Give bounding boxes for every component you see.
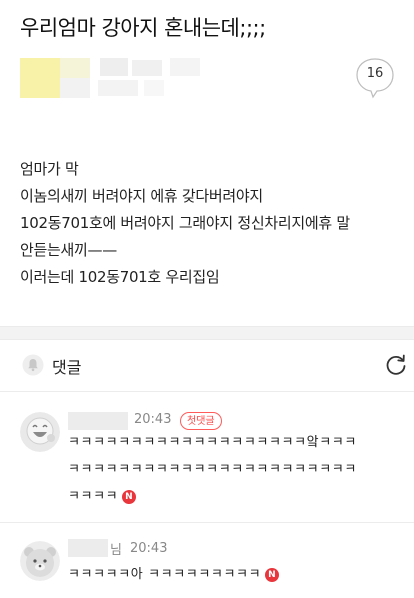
author-info-blurred [20,58,210,100]
comments-title: 댓글 [52,358,82,377]
post-body-line: 엄마가 막 [20,160,79,178]
bell-icon[interactable] [22,354,44,376]
comment-time: 20:43 [134,412,172,427]
comment-text: ㅋㅋㅋㅋㅋ아 ㅋㅋㅋㅋㅋㅋㅋㅋㅋ N [68,561,400,588]
post-body-line: 안듣는새끼—— [20,241,117,259]
comment-line: ㅋㅋㅋㅋㅋㅋㅋㅋㅋㅋㅋㅋㅋㅋㅋㅋㅋㅋㅋㅋㅋㅋㅋ [68,462,357,477]
laughing-character-icon [20,412,60,452]
first-comment-badge: 첫댓글 [180,412,222,430]
post-body-line: 이놈의새끼 버려야지 에휴 갖다버려야지 [20,187,263,205]
post-body: 엄마가 막 이놈의새끼 버려야지 에휴 갖다버려야지 102동701호에 버려야… [20,156,404,291]
comment-line-text: ㅋㅋㅋㅋ [68,489,119,504]
new-badge: N [122,489,137,504]
comment-line: ㅋㅋㅋㅋㅋ아 ㅋㅋㅋㅋㅋㅋㅋㅋㅋ N [68,561,400,588]
comment-count: 16 [366,66,384,81]
post-body-line: 이러는데 102동701호 우리집임 [20,268,220,286]
new-badge: N [265,567,280,582]
section-divider [0,326,414,340]
comment-item: 20:43 첫댓글 ㅋㅋㅋㅋㅋㅋㅋㅋㅋㅋㅋㅋㅋㅋㅋㅋㅋㅋㅋ앜ㅋㅋㅋ ㅋㅋㅋㅋㅋㅋ… [0,400,414,523]
comment-text: ㅋㅋㅋㅋㅋㅋㅋㅋㅋㅋㅋㅋㅋㅋㅋㅋㅋㅋㅋ앜ㅋㅋㅋ ㅋㅋㅋㅋㅋㅋㅋㅋㅋㅋㅋㅋㅋㅋㅋㅋ… [68,429,400,510]
avatar[interactable] [20,412,60,452]
comment-count-bubble[interactable]: 16 [355,57,395,99]
post-body-line: 102동701호에 버려야지 그래야지 정신차리지에휴 말 [20,214,350,232]
comment-item: 님 20:43 ㅋㅋㅋㅋㅋ아 ㅋㅋㅋㅋㅋㅋㅋㅋㅋ N [0,523,414,598]
comment-line-text: ㅋㅋㅋㅋㅋ아 ㅋㅋㅋㅋㅋㅋㅋㅋㅋ [68,567,262,582]
comment-author-suffix: 님 [110,543,122,558]
comment-line: ㅋㅋㅋㅋ N [68,483,400,510]
comments-header: 댓글 [0,339,414,392]
refresh-icon[interactable] [384,353,408,377]
comment-line: ㅋㅋㅋㅋㅋㅋㅋㅋㅋㅋㅋㅋㅋㅋㅋㅋㅋㅋㅋ앜ㅋㅋㅋ [68,435,357,450]
comment-time: 20:43 [130,541,168,556]
bear-character-icon [20,541,60,581]
avatar[interactable] [20,541,60,581]
username-blurred [68,539,108,557]
username-blurred [68,412,128,430]
post-title: 우리엄마 강아지 혼내는데;;;; [20,16,266,40]
